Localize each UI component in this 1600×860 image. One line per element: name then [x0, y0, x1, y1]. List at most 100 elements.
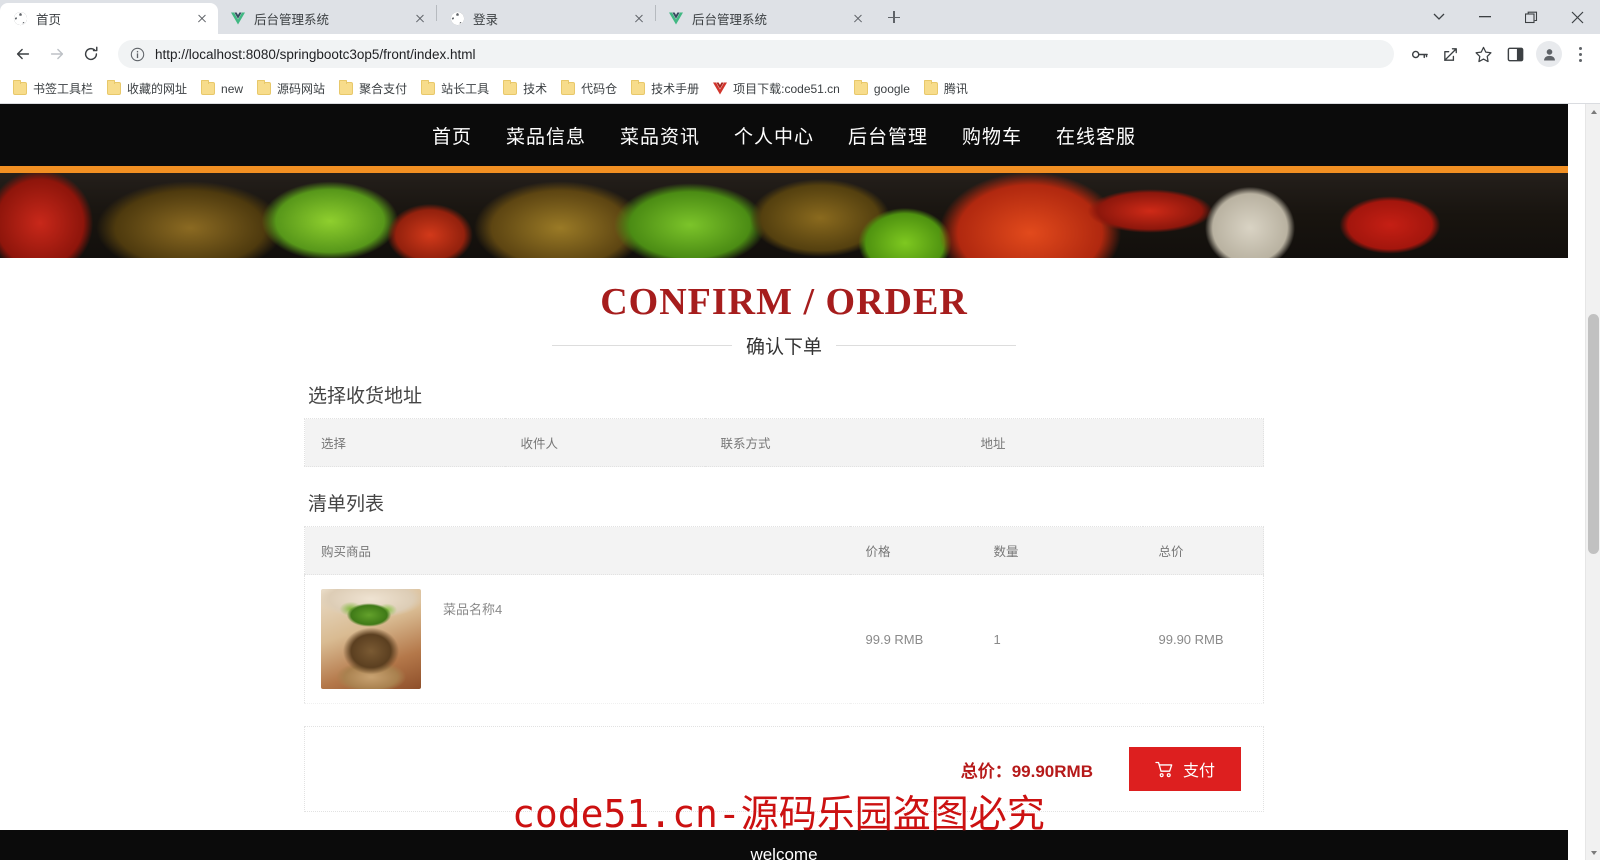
goods-col-subtotal: 总价 [1142, 526, 1264, 575]
bookmark-star-icon[interactable] [1468, 39, 1498, 69]
bookmark-item[interactable]: 技术手册 [624, 77, 706, 101]
nav-item-cart[interactable]: 购物车 [945, 122, 1039, 149]
page-title: CONFIRM / ORDER [600, 281, 968, 323]
share-icon[interactable] [1436, 39, 1466, 69]
window-controls [1416, 0, 1600, 34]
address-bar-url: http://localhost:8080/springbootc3op5/fr… [155, 46, 476, 62]
nav-item-home[interactable]: 首页 [415, 122, 489, 149]
kebab-dot [1578, 52, 1582, 56]
folder-icon [339, 80, 354, 95]
nav-item-dish-info[interactable]: 菜品信息 [489, 122, 603, 149]
bookmark-label: 源码网站 [277, 82, 326, 96]
divider-right [836, 345, 1016, 346]
address-col-select: 选择 [304, 418, 505, 467]
browser-tab-title: 首页 [36, 13, 62, 27]
product-cell: 菜品名称4 [321, 589, 834, 689]
folder-icon [421, 80, 436, 95]
kebab-dot [1578, 58, 1582, 62]
web-page: 首页 菜品信息 菜品资讯 个人中心 后台管理 购物车 在线客服 CONFIRM … [0, 104, 1568, 860]
watermark-layer: code51.cn-源码乐园盗图必究 [304, 781, 1264, 841]
page-viewport: 首页 菜品信息 菜品资讯 个人中心 后台管理 购物车 在线客服 CONFIRM … [0, 104, 1600, 860]
browser-tab-4[interactable]: 后台管理系统 [656, 3, 874, 34]
tab-list: 首页 后台管理系统 登录 后台管理系统 [0, 0, 908, 34]
bookmark-label: 书签工具栏 [33, 82, 94, 96]
pay-button-label: 支付 [1182, 763, 1215, 780]
browser-tab-1[interactable]: 首页 [0, 3, 218, 34]
goods-table-body: 菜品名称4 99.9 RMB 1 99.90 RMB [304, 574, 1264, 704]
bookmark-item[interactable]: 聚合支付 [332, 77, 414, 101]
close-icon[interactable] [194, 11, 210, 27]
close-icon[interactable] [412, 11, 428, 27]
vue-logo-icon [713, 82, 728, 95]
bookmark-item[interactable]: 站长工具 [414, 77, 496, 101]
folder-icon [923, 80, 938, 95]
bookmark-item[interactable]: new [194, 77, 250, 101]
browser-tab-title: 登录 [473, 13, 499, 27]
close-icon[interactable] [1554, 0, 1600, 34]
bookmark-label: 收藏的网址 [127, 82, 188, 96]
new-tab-button[interactable] [880, 3, 908, 31]
bookmark-item[interactable]: 技术 [496, 77, 554, 101]
profile-avatar-icon[interactable] [1536, 41, 1562, 67]
goods-col-product: 购买商品 [304, 526, 850, 575]
nav-item-admin[interactable]: 后台管理 [831, 122, 945, 149]
bookmark-item[interactable]: 代码仓 [554, 77, 624, 101]
bookmark-item[interactable]: 源码网站 [250, 77, 332, 101]
scroll-up-icon[interactable] [1586, 104, 1600, 119]
nav-item-online-support[interactable]: 在线客服 [1039, 122, 1153, 149]
bookmark-item[interactable]: 收藏的网址 [100, 77, 194, 101]
site-navigation: 首页 菜品信息 菜品资讯 个人中心 后台管理 购物车 在线客服 [0, 104, 1568, 166]
bookmark-item[interactable]: 腾讯 [917, 77, 975, 101]
product-name: 菜品名称4 [443, 602, 503, 617]
globe-icon [449, 11, 465, 27]
goods-cell-quantity: 1 [977, 574, 1143, 704]
nav-item-dish-news[interactable]: 菜品资讯 [603, 122, 717, 149]
nav-item-personal-center[interactable]: 个人中心 [717, 122, 831, 149]
divider-left [551, 345, 732, 346]
address-bar[interactable]: http://localhost:8080/springbootc3op5/fr… [118, 40, 1394, 68]
banner-food-photo [0, 173, 1568, 258]
goods-cell-price: 99.9 RMB [849, 574, 978, 704]
minimize-icon[interactable] [1462, 0, 1508, 34]
globe-icon [12, 11, 28, 27]
watermark-text: code51.cn-源码乐园盗图必究 [512, 792, 1045, 836]
folder-icon [631, 80, 646, 95]
side-panel-icon[interactable] [1500, 39, 1530, 69]
back-arrow-icon[interactable] [8, 39, 38, 69]
toolbar-actions [1402, 39, 1592, 69]
tab-strip: 首页 后台管理系统 登录 后台管理系统 [0, 0, 1600, 34]
bookmark-item[interactable]: 书签工具栏 [6, 77, 100, 101]
chevron-down-icon[interactable] [1416, 0, 1462, 34]
address-table: 选择 收件人 联系方式 地址 [304, 418, 1264, 467]
browser-tab-title: 后台管理系统 [692, 13, 768, 27]
kebab-menu-icon[interactable] [1568, 39, 1592, 69]
reload-icon[interactable] [76, 39, 106, 69]
order-total-value: 99.90RMB [1011, 761, 1093, 781]
browser-tab-2[interactable]: 后台管理系统 [218, 3, 436, 34]
forward-arrow-icon [42, 39, 72, 69]
close-icon[interactable] [850, 11, 866, 27]
bookmark-label: 代码仓 [581, 82, 618, 96]
bookmark-item[interactable]: 项目下载:code51.cn [706, 77, 847, 101]
scroll-down-icon[interactable] [1586, 845, 1600, 860]
bookmark-label: 聚合支付 [359, 82, 408, 96]
goods-table-head: 购买商品 价格 数量 总价 [304, 526, 1264, 575]
password-key-icon[interactable] [1404, 39, 1434, 69]
bookmark-label: 技术 [523, 82, 548, 96]
page-scrollbar[interactable] [1585, 104, 1600, 860]
product-thumbnail[interactable] [321, 589, 421, 689]
address-table-head: 选择 收件人 联系方式 地址 [304, 418, 1264, 467]
folder-icon [107, 80, 122, 95]
browser-tab-3[interactable]: 登录 [437, 3, 655, 34]
bookmark-label: 腾讯 [943, 82, 968, 96]
bookmark-label: 项目下载:code51.cn [733, 82, 840, 96]
bookmark-item[interactable]: google [847, 77, 917, 101]
bookmark-label: google [873, 81, 910, 96]
info-circle-icon[interactable] [130, 47, 145, 62]
scrollbar-thumb[interactable] [1588, 314, 1599, 554]
kebab-dot [1578, 46, 1582, 50]
goods-cell-subtotal: 99.90 RMB [1142, 574, 1264, 704]
close-icon[interactable] [631, 11, 647, 27]
restore-icon[interactable] [1508, 0, 1554, 34]
vue-logo-icon [668, 11, 684, 27]
